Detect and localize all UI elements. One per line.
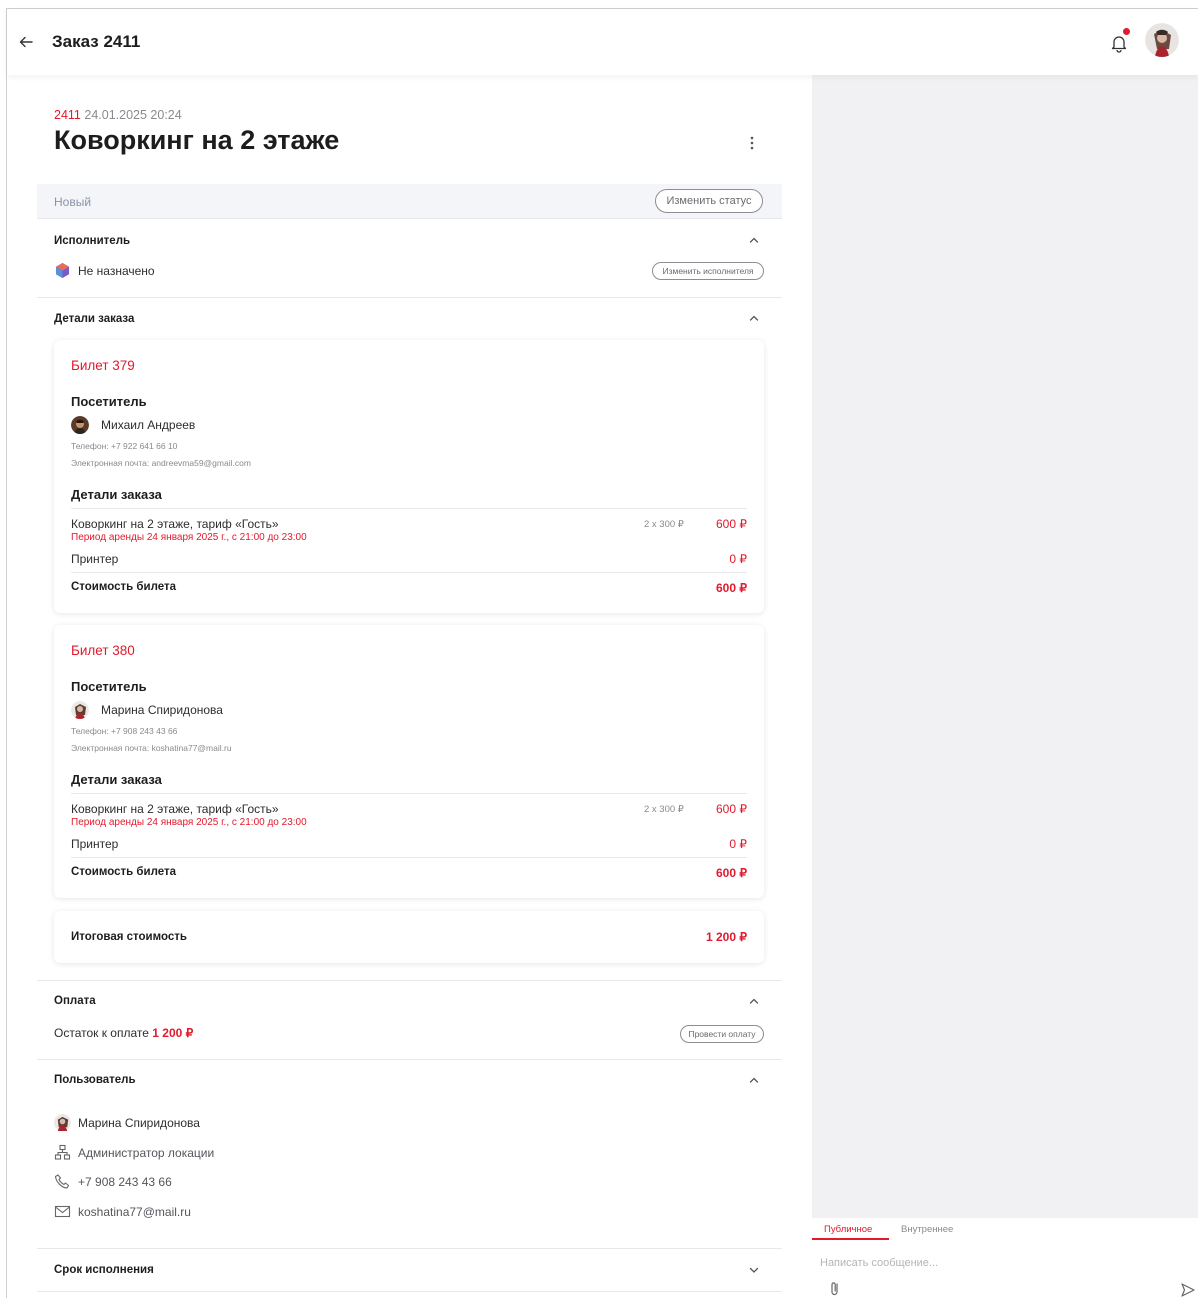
back-arrow-icon[interactable] bbox=[17, 33, 35, 51]
tab-public[interactable]: Публичное bbox=[824, 1224, 872, 1235]
grand-total-value: 1 200 ₽ bbox=[706, 930, 747, 944]
item-price: 600 ₽ bbox=[716, 802, 747, 816]
top-bar: Заказ 2411 bbox=[7, 9, 1198, 75]
ticket-total-value: 600 ₽ bbox=[716, 581, 747, 595]
item-quantity: 2 x 300 ₽ bbox=[644, 519, 684, 530]
message-input[interactable] bbox=[820, 1253, 1180, 1273]
chat-composer: Публичное Внутреннее bbox=[812, 1218, 1198, 1298]
attach-icon[interactable] bbox=[828, 1280, 842, 1298]
order-datetime: 24.01.2025 20:24 bbox=[84, 108, 182, 122]
item-period: Период аренды 24 января 2025 г., с 21:00… bbox=[71, 532, 307, 543]
payment-remaining: Остаток к оплате 1 200 ₽ bbox=[54, 1026, 193, 1040]
send-icon[interactable] bbox=[1180, 1282, 1196, 1298]
item-period: Период аренды 24 января 2025 г., с 21:00… bbox=[71, 817, 307, 828]
visitor-name: Марина Спиридонова bbox=[101, 703, 223, 717]
user-heading: Пользователь bbox=[54, 1074, 136, 1086]
extra-price: 0 ₽ bbox=[729, 552, 747, 566]
status-bar: Новый Изменить статус bbox=[37, 184, 782, 219]
chevron-up-icon[interactable] bbox=[747, 994, 761, 1008]
notification-dot bbox=[1123, 28, 1130, 35]
status-value: Новый bbox=[54, 195, 92, 209]
user-phone[interactable]: +7 908 243 43 66 bbox=[78, 1175, 172, 1189]
item-name: Коворкинг на 2 этаже, тариф «Гость» bbox=[71, 517, 279, 531]
org-structure-icon bbox=[54, 1144, 71, 1160]
divider bbox=[71, 857, 747, 858]
extra-name: Принтер bbox=[71, 837, 119, 851]
chevron-up-icon[interactable] bbox=[747, 1073, 761, 1087]
ticket-total-value: 600 ₽ bbox=[716, 866, 747, 880]
deadline-heading: Срок исполнения bbox=[54, 1264, 154, 1276]
make-payment-button[interactable]: Провести оплату bbox=[680, 1025, 764, 1043]
executor-heading: Исполнитель bbox=[54, 235, 131, 247]
visitor-avatar bbox=[71, 701, 89, 719]
user-email[interactable]: koshatina77@mail.ru bbox=[78, 1205, 191, 1219]
more-menu-icon[interactable] bbox=[749, 135, 755, 151]
user-role: Администратор локации bbox=[78, 1146, 215, 1160]
remaining-label: Остаток к оплате bbox=[54, 1026, 149, 1040]
visitor-avatar bbox=[71, 416, 89, 434]
divider bbox=[37, 297, 782, 298]
grand-total-label: Итоговая стоимость bbox=[71, 931, 187, 943]
page-title: Заказ 2411 bbox=[52, 32, 141, 51]
phone-icon bbox=[54, 1174, 70, 1189]
remaining-value: 1 200 ₽ bbox=[152, 1026, 194, 1040]
user-avatar-small bbox=[54, 1114, 71, 1131]
divider bbox=[37, 980, 782, 981]
order-number: 2411 bbox=[54, 108, 81, 122]
order-panel: 2411 24.01.2025 20:24 Коворкинг на 2 эта… bbox=[37, 75, 782, 1298]
visitor-name: Михаил Андреев bbox=[101, 418, 196, 432]
ticket-card: Билет 380 Посетитель Марина Спиридонова … bbox=[54, 625, 764, 898]
user-avatar[interactable] bbox=[1145, 23, 1179, 57]
visitor-email: Электронная почта: koshatina77@mail.ru bbox=[71, 743, 232, 753]
executor-value: Не назначено bbox=[78, 264, 155, 278]
divider bbox=[37, 1248, 782, 1249]
chat-panel bbox=[812, 75, 1198, 1298]
ticket-title[interactable]: Билет 380 bbox=[71, 643, 135, 658]
chevron-down-icon[interactable] bbox=[747, 1263, 761, 1277]
divider bbox=[37, 1059, 782, 1060]
tab-internal[interactable]: Внутреннее bbox=[901, 1224, 953, 1235]
unassigned-icon bbox=[56, 263, 69, 278]
ticket-title[interactable]: Билет 379 bbox=[71, 358, 135, 373]
divider bbox=[71, 572, 747, 573]
active-tab-indicator bbox=[812, 1238, 889, 1240]
user-name: Марина Спиридонова bbox=[78, 1116, 200, 1130]
order-meta: 2411 24.01.2025 20:24 bbox=[54, 108, 182, 122]
visitor-phone: Телефон: +7 908 243 43 66 bbox=[71, 726, 178, 736]
details-heading: Детали заказа bbox=[54, 313, 135, 325]
visitor-email: Электронная почта: andreevma59@gmail.com bbox=[71, 458, 251, 468]
item-name: Коворкинг на 2 этаже, тариф «Гость» bbox=[71, 802, 279, 816]
visitor-phone: Телефон: +7 922 641 66 10 bbox=[71, 441, 178, 451]
grand-total-card: Итоговая стоимость 1 200 ₽ bbox=[54, 911, 764, 963]
extra-price: 0 ₽ bbox=[729, 837, 747, 851]
chevron-up-icon[interactable] bbox=[747, 311, 761, 325]
item-price: 600 ₽ bbox=[716, 517, 747, 531]
order-title: Коворкинг на 2 этаже bbox=[54, 125, 340, 155]
chevron-up-icon[interactable] bbox=[747, 233, 761, 247]
item-quantity: 2 x 300 ₽ bbox=[644, 804, 684, 815]
ticket-total-label: Стоимость билета bbox=[71, 866, 176, 878]
ticket-details-heading: Детали заказа bbox=[71, 487, 162, 502]
notification-bell-icon[interactable] bbox=[1110, 33, 1128, 53]
visitor-heading: Посетитель bbox=[71, 679, 147, 694]
payment-heading: Оплата bbox=[54, 995, 96, 1007]
visitor-heading: Посетитель bbox=[71, 394, 147, 409]
divider bbox=[37, 1291, 782, 1292]
change-executor-button[interactable]: Изменить исполнителя bbox=[652, 262, 764, 280]
ticket-total-label: Стоимость билета bbox=[71, 581, 176, 593]
divider bbox=[71, 508, 747, 509]
ticket-details-heading: Детали заказа bbox=[71, 772, 162, 787]
extra-name: Принтер bbox=[71, 552, 119, 566]
app-frame: Заказ 2411 2411 24.01.2025 20:24 Коворки… bbox=[6, 8, 1198, 1298]
ticket-card: Билет 379 Посетитель Михаил Андреев Теле… bbox=[54, 340, 764, 613]
mail-icon bbox=[54, 1205, 71, 1218]
divider bbox=[71, 793, 747, 794]
change-status-button[interactable]: Изменить статус bbox=[655, 189, 763, 213]
